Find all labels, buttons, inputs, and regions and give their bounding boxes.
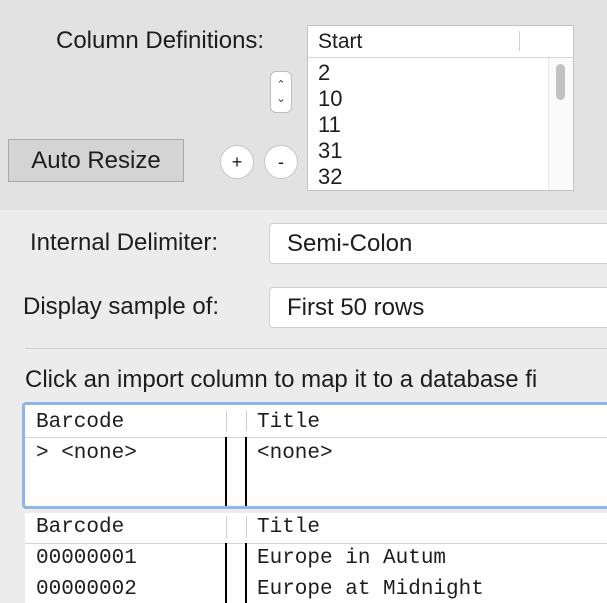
header-separator — [246, 411, 247, 431]
display-sample-select[interactable]: First 50 rows — [269, 287, 607, 328]
chevron-down-icon[interactable]: ⌄ — [276, 92, 285, 106]
list-item[interactable]: 31 — [318, 138, 342, 164]
table-cell: 00000001 — [36, 547, 137, 570]
column-mapping-table[interactable]: Barcode Title > <none> <none> — [22, 402, 607, 509]
mapping-header-barcode[interactable]: Barcode — [36, 411, 124, 434]
column-definitions-list[interactable]: Start 2 10 11 31 32 — [307, 25, 574, 191]
list-item[interactable]: 11 — [318, 112, 342, 138]
mapping-cell-title[interactable]: <none> — [257, 442, 333, 465]
mapping-instructions: Click an import column to map it to a da… — [25, 366, 538, 393]
sample-header-title: Title — [257, 516, 321, 539]
internal-delimiter-label: Internal Delimiter: — [30, 229, 219, 256]
list-item[interactable]: 32 — [318, 164, 342, 190]
sample-header-barcode: Barcode — [36, 516, 125, 539]
table-cell: 00000002 — [36, 578, 137, 601]
column-divider — [245, 437, 247, 506]
display-sample-label: Display sample of: — [23, 293, 220, 320]
list-rows: 2 10 11 31 32 — [318, 60, 342, 190]
table-cell: Europe at Midnight — [257, 578, 484, 601]
scrollbar-thumb[interactable] — [556, 64, 565, 100]
header-separator — [226, 516, 227, 538]
header-divider — [25, 543, 607, 544]
list-item[interactable]: 2 — [318, 60, 342, 86]
list-header-start: Start — [318, 30, 363, 53]
sample-data-table: Barcode Title 00000001 Europe in Autum 0… — [25, 513, 607, 603]
remove-column-button[interactable]: - — [264, 145, 298, 179]
auto-resize-button[interactable]: Auto Resize — [8, 139, 184, 182]
column-definitions-label: Column Definitions: — [56, 27, 265, 54]
chevron-up-icon[interactable]: ⌃ — [276, 78, 285, 92]
mapping-header-title[interactable]: Title — [257, 411, 320, 434]
list-scrollbar[interactable] — [548, 58, 573, 190]
mapping-cell-barcode[interactable]: > <none> — [36, 442, 137, 465]
list-item[interactable]: 10 — [318, 86, 342, 112]
header-separator — [226, 411, 227, 431]
column-divider — [245, 543, 247, 603]
header-separator — [246, 516, 247, 538]
list-header-separator — [519, 31, 520, 51]
section-divider — [25, 348, 607, 349]
table-cell: Europe in Autum — [257, 547, 447, 570]
internal-delimiter-select[interactable]: Semi-Colon — [269, 223, 607, 264]
list-header[interactable]: Start — [308, 26, 573, 58]
column-divider — [225, 437, 227, 506]
column-stepper[interactable]: ⌃ ⌄ — [270, 71, 292, 113]
header-divider — [25, 437, 607, 438]
add-column-button[interactable]: + — [220, 145, 254, 179]
column-divider — [225, 543, 227, 603]
